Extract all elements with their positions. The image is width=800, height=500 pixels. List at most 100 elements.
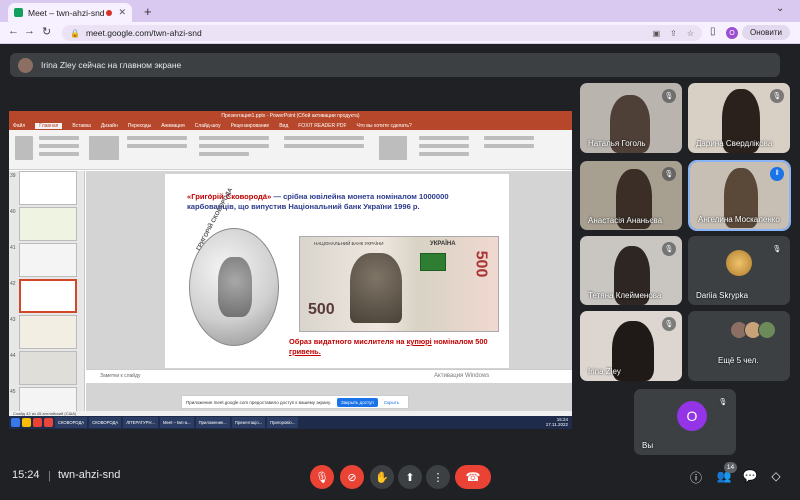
meeting-info-icon[interactable]: ⓘ bbox=[688, 469, 704, 486]
profile-avatar[interactable]: O bbox=[726, 27, 738, 39]
windows-activation-watermark: Активация Windows bbox=[434, 373, 490, 379]
present-button[interactable]: ⬆ bbox=[398, 465, 422, 489]
screen-share-notice: Приложение meet.google.com предоставило … bbox=[181, 395, 409, 409]
hangup-icon: ☎ bbox=[465, 470, 481, 484]
browser-tab[interactable]: Meet – twn-ahzi-snd ✕ bbox=[8, 3, 132, 22]
leave-call-button[interactable]: ☎ bbox=[455, 465, 491, 489]
powerpoint-title: Презентация1.pptx - PowerPoint (Сбой акт… bbox=[9, 111, 572, 121]
ribbon-tab: Слайд-шоу bbox=[194, 122, 221, 129]
presenter-banner-text: Irina Zley сейчас на главном экране bbox=[41, 60, 182, 70]
participant-name: Ангелина Москаленко bbox=[698, 215, 780, 224]
hide-notice-button[interactable]: Скрыть bbox=[384, 400, 399, 405]
powerpoint-ribbon-tabs: Файл Главная Вставка Дизайн Переходы Ани… bbox=[9, 121, 572, 130]
slide-thumbnail-selected[interactable] bbox=[19, 279, 77, 313]
sidebar-toggle-icon[interactable]: ▯ bbox=[710, 26, 716, 37]
taskbar-item[interactable]: Приложение... bbox=[195, 417, 230, 428]
reload-icon[interactable]: ↻ bbox=[42, 25, 51, 38]
share-icon[interactable]: ⇪ bbox=[670, 29, 677, 38]
participant-name: Irina Zley bbox=[588, 367, 621, 376]
thumb-number: 39 bbox=[10, 173, 16, 179]
back-icon[interactable]: ← bbox=[8, 25, 19, 37]
ribbon-tab: Переходы bbox=[127, 122, 152, 129]
participant-name: Вы bbox=[642, 441, 654, 450]
slide-thumbnail[interactable] bbox=[19, 171, 77, 205]
taskbar-clock[interactable]: 15:24 17.11.2022 bbox=[545, 417, 572, 428]
share-notice-text: Приложение meet.google.com предоставило … bbox=[186, 399, 332, 405]
participant-name: Dariia Skrypka bbox=[696, 291, 749, 300]
more-participants-tile[interactable]: Ещё 5 чел. bbox=[688, 311, 790, 381]
chrome-icon[interactable] bbox=[33, 418, 42, 427]
meeting-code: twn-ahzi-snd bbox=[58, 469, 121, 481]
meeting-clock: 15:24 bbox=[12, 469, 40, 481]
taskbar-item[interactable]: Презентаціо... bbox=[231, 417, 266, 428]
participant-tile-speaking[interactable]: ⦀ Ангелина Москаленко bbox=[688, 160, 791, 231]
banknote-emblem bbox=[420, 253, 446, 271]
slide-thumbnail[interactable] bbox=[19, 243, 77, 277]
camera-indicator-icon[interactable]: ▣ bbox=[653, 29, 661, 38]
slide-heading: «Григо́рій Сковорода́» — срібна ювілейна… bbox=[187, 192, 487, 212]
mic-toggle-button[interactable]: 🎙 bbox=[310, 465, 334, 489]
update-button[interactable]: Оновити bbox=[742, 25, 790, 40]
ribbon-tab: Файл bbox=[13, 122, 26, 129]
mic-off-icon: 🎙 bbox=[662, 317, 676, 331]
participant-tile[interactable]: 🎙 Dariia Skrypka bbox=[688, 236, 790, 305]
self-tile[interactable]: O 🎙 Вы bbox=[634, 389, 736, 455]
taskbar-item[interactable]: СКОВОРОДА bbox=[55, 417, 88, 428]
stop-sharing-button[interactable]: Закрыть доступ bbox=[337, 397, 378, 407]
forward-icon[interactable]: → bbox=[24, 25, 35, 37]
slide-thumbnail[interactable] bbox=[19, 351, 77, 385]
explorer-icon[interactable] bbox=[22, 418, 31, 427]
avatar bbox=[726, 250, 752, 276]
shared-screen: Презентация1.pptx - PowerPoint (Сбой акт… bbox=[9, 111, 572, 429]
opera-icon[interactable] bbox=[44, 418, 53, 427]
raise-hand-button[interactable]: ✋ bbox=[370, 465, 394, 489]
caption-part: номіналом 500 bbox=[431, 337, 488, 346]
participant-name: Тетяна Клейменова bbox=[588, 291, 662, 300]
tab-title: Meet – twn-ahzi-snd bbox=[28, 7, 105, 18]
mic-off-icon: 🎙 bbox=[662, 242, 676, 256]
taskbar-item[interactable]: Meet – twn-a... bbox=[159, 417, 194, 428]
slide-thumbnail[interactable] bbox=[19, 315, 77, 349]
slide-thumbnails: 39 40 41 42 43 44 45 bbox=[9, 171, 85, 421]
ribbon-tab: Что вы хотите сделать? bbox=[356, 122, 412, 129]
slide-thumbnail[interactable] bbox=[19, 207, 77, 241]
ribbon-tab: Анимация bbox=[161, 122, 185, 129]
coin-portrait bbox=[218, 257, 252, 317]
lock-icon: 🔒 bbox=[70, 28, 80, 38]
tab-search-button[interactable]: ⌄ bbox=[776, 3, 784, 14]
new-tab-button[interactable]: + bbox=[144, 4, 152, 19]
taskbar-item[interactable]: Пригоровіо... bbox=[267, 417, 299, 428]
activities-icon[interactable]: ◇ bbox=[768, 469, 784, 483]
thumb-number: 41 bbox=[10, 245, 16, 251]
recording-dot-icon bbox=[106, 9, 113, 16]
participant-tile[interactable]: 🎙 Irina Zley bbox=[580, 311, 682, 381]
address-bar[interactable]: 🔒 meet.google.com/twn-ahzi-snd ▣ ⇪ ☆ bbox=[62, 25, 702, 41]
banknote-image: НАЦІОНАЛЬНИЙ БАНК УКРАЇНИ УКРАЇНА 500 50… bbox=[299, 236, 499, 332]
avatar bbox=[18, 57, 33, 73]
slide-notes[interactable]: Заметки к слайду bbox=[86, 369, 572, 383]
banknote-portrait bbox=[350, 253, 402, 323]
more-options-button[interactable]: ⋮ bbox=[426, 465, 450, 489]
mic-off-icon: 🎙 bbox=[315, 471, 329, 484]
taskbar-date: 17.11.2022 bbox=[545, 421, 568, 427]
banknote-bank: НАЦІОНАЛЬНИЙ БАНК УКРАЇНИ bbox=[314, 241, 384, 246]
tab-close-icon[interactable]: ✕ bbox=[118, 7, 126, 18]
more-vert-icon: ⋮ bbox=[432, 471, 444, 484]
camera-off-icon: ⊘ bbox=[347, 471, 357, 484]
powerpoint-ribbon bbox=[9, 130, 572, 170]
camera-toggle-button[interactable]: ⊘ bbox=[340, 465, 364, 489]
participant-tile[interactable]: 🎙 Тетяна Клейменова bbox=[580, 236, 682, 305]
avatar bbox=[758, 321, 776, 339]
ribbon-tab: Дизайн bbox=[100, 122, 118, 129]
chat-icon[interactable]: 💬 bbox=[742, 469, 758, 483]
thumb-number: 43 bbox=[10, 317, 16, 323]
windows-start-icon[interactable] bbox=[11, 418, 20, 427]
participant-tile[interactable]: 🎙 Дарина Свердлікова bbox=[688, 83, 790, 153]
bookmark-star-icon[interactable]: ☆ bbox=[687, 29, 694, 38]
participant-name: Дарина Свердлікова bbox=[696, 139, 773, 148]
participant-tile[interactable]: 🎙 Наталья Гоголь bbox=[580, 83, 682, 153]
taskbar-item[interactable]: ЛІТЕРАТУРН... bbox=[123, 417, 158, 428]
taskbar-item[interactable]: СКОВОРОДА bbox=[89, 417, 122, 428]
self-avatar: O bbox=[677, 401, 707, 431]
participant-tile[interactable]: 🎙 Анастасія Ананьєва bbox=[580, 161, 682, 230]
